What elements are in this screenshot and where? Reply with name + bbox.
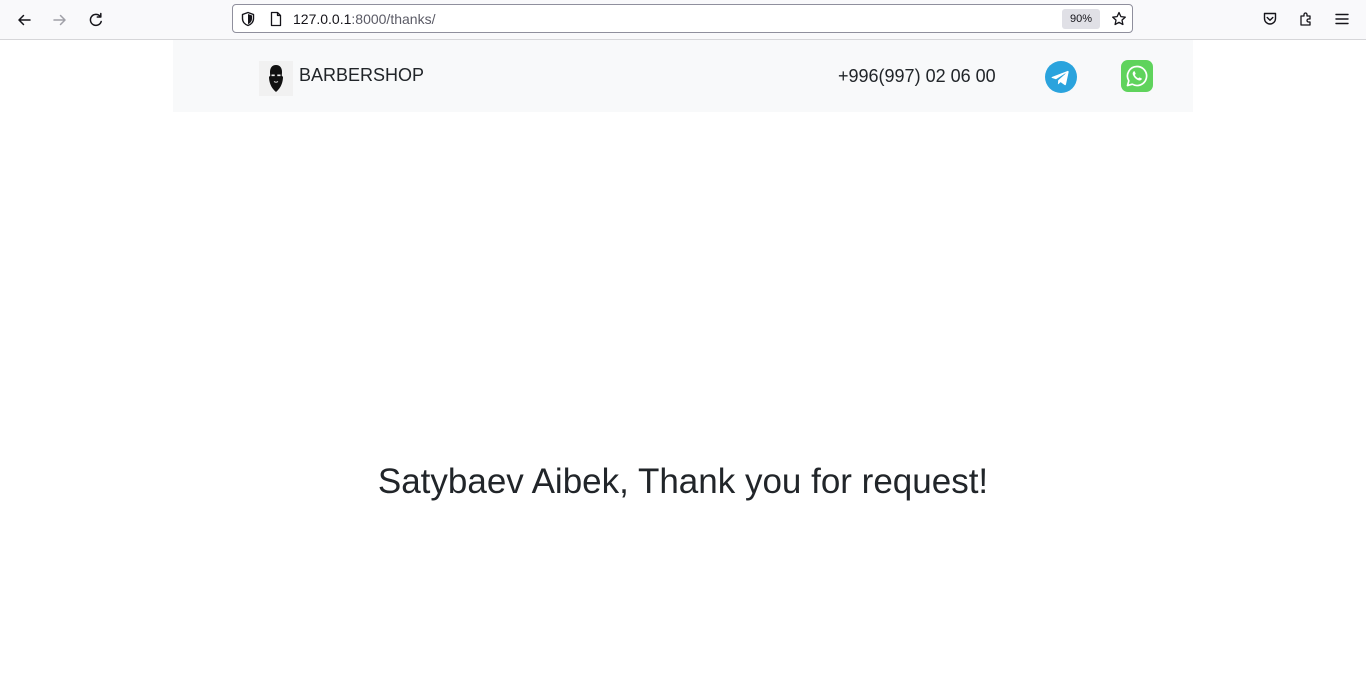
back-button[interactable]: [11, 7, 37, 33]
logo[interactable]: [259, 61, 293, 96]
browser-toolbar: 127.0.0.1:8000/thanks/ 90%: [0, 0, 1366, 40]
telegram-icon[interactable]: [1045, 61, 1077, 93]
url-path: :8000/thanks/: [351, 11, 436, 27]
pocket-icon[interactable]: [1262, 11, 1278, 27]
phone-number[interactable]: +996(997) 02 06 00: [838, 66, 996, 86]
shield-icon[interactable]: [240, 11, 256, 27]
back-arrow-icon: [18, 14, 31, 26]
zoom-level-badge[interactable]: 90%: [1062, 9, 1100, 29]
site-header: BARBERSHOP +996(997) 02 06 00: [173, 40, 1193, 112]
thank-you-message: Satybaev Aibek, Thank you for request!: [377, 462, 989, 501]
extensions-icon[interactable]: [1298, 11, 1314, 27]
address-bar[interactable]: 127.0.0.1:8000/thanks/ 90%: [232, 4, 1133, 33]
page-icon[interactable]: [268, 11, 284, 27]
url-text[interactable]: 127.0.0.1:8000/thanks/: [293, 11, 435, 27]
reload-icon: [89, 12, 102, 27]
reload-button[interactable]: [83, 7, 109, 33]
star-icon[interactable]: [1111, 11, 1127, 27]
whatsapp-icon[interactable]: [1121, 60, 1153, 92]
url-host: 127.0.0.1: [293, 11, 352, 27]
forward-arrow-icon: [53, 14, 66, 26]
bearded-man-logo-icon: [269, 64, 283, 92]
brand-name[interactable]: BARBERSHOP: [299, 65, 424, 85]
hamburger-menu-icon[interactable]: [1334, 11, 1350, 27]
forward-button[interactable]: [47, 7, 73, 33]
